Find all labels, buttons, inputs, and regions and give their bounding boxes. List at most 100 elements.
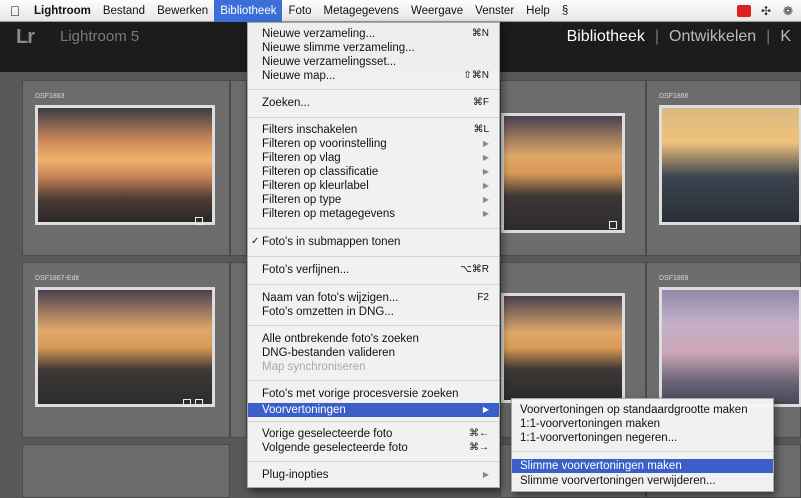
menu-venster[interactable]: Venster <box>469 0 520 22</box>
menu-item-filteren-op-kleurlabel[interactable]: Filteren op kleurlabel ▶ <box>248 179 499 193</box>
menu-item-label: Map synchroniseren <box>262 361 366 373</box>
script-icon[interactable]: § <box>556 0 574 22</box>
apple-icon[interactable]:  <box>0 3 30 19</box>
grid-cell[interactable] <box>230 80 247 256</box>
photo-thumbnail[interactable] <box>659 287 801 407</box>
menu-item-omzetten-in-dng[interactable]: Foto's omzetten in DNG... <box>248 305 499 319</box>
module-kaart[interactable]: K <box>770 28 801 46</box>
menu-bestand[interactable]: Bestand <box>97 0 151 22</box>
shortcut: ⌘← <box>469 428 489 439</box>
menu-item-vorige-geselecteerde[interactable]: Vorige geselecteerde foto ⌘← <box>248 427 499 441</box>
photo-thumbnail[interactable] <box>35 105 215 225</box>
menu-item-label: Nieuwe map... <box>262 70 336 82</box>
menu-item-nieuwe-slimme-verzameling[interactable]: Nieuwe slimme verzameling... <box>248 41 499 55</box>
menu-item-label: Voorvertoningen op standaardgrootte make… <box>520 404 748 416</box>
gear-icon[interactable]: ✣ <box>759 5 773 17</box>
menu-item-label: Naam van foto's wijzigen... <box>262 292 399 304</box>
menu-item-label: 1:1-voorvertoningen maken <box>520 418 660 430</box>
module-ontwikkelen[interactable]: Ontwikkelen <box>659 28 766 46</box>
grid-cell[interactable] <box>22 444 230 498</box>
menu-item-filteren-op-classificatie[interactable]: Filteren op classificatie ▶ <box>248 165 499 179</box>
submenu-arrow-icon: ▶ <box>482 167 489 176</box>
menu-item-label: Plug-inopties <box>262 469 329 481</box>
grid-cell[interactable]: DSF1867-Edit <box>22 262 230 438</box>
app-name: Lightroom 5 <box>60 28 140 45</box>
status-tray: ✣ ❁ <box>737 4 801 17</box>
menu-bewerken[interactable]: Bewerken <box>151 0 214 22</box>
menu-item-nieuwe-verzameling[interactable]: Nieuwe verzameling... ⌘N <box>248 27 499 41</box>
submenu-arrow-icon: ▶ <box>482 139 489 148</box>
submenu-item-slimme-verwijderen[interactable]: Slimme voorvertoningen verwijderen... <box>512 474 773 488</box>
menu-item-filteren-op-voorinstelling[interactable]: Filteren op voorinstelling ▶ <box>248 137 499 151</box>
menu-lightroom[interactable]: Lightroom <box>30 0 97 22</box>
photo-thumbnail[interactable] <box>501 293 625 403</box>
menu-item-label: 1:1-voorvertoningen negeren... <box>520 432 678 444</box>
submenu-arrow-icon: ▶ <box>482 195 489 204</box>
menu-item-label: Filters inschakelen <box>262 124 358 136</box>
menu-item-volgende-geselecteerde[interactable]: Volgende geselecteerde foto ⌘→ <box>248 441 499 455</box>
grid-cell[interactable] <box>230 262 247 438</box>
submenu-item-1-1-maken[interactable]: 1:1-voorvertoningen maken <box>512 417 773 431</box>
mac-menubar:  Lightroom Bestand Bewerken Bibliotheek… <box>0 0 801 22</box>
menu-metagegevens[interactable]: Metagegevens <box>317 0 404 22</box>
menu-bibliotheek[interactable]: Bibliotheek <box>214 0 283 22</box>
menu-item-ontbrekende-zoeken[interactable]: Alle ontbrekende foto's zoeken <box>248 332 499 346</box>
module-picker: Bibliotheek | Ontwikkelen | K <box>557 28 801 46</box>
menu-item-fotos-verfijnen[interactable]: Foto's verfijnen... ⌥⌘R <box>248 263 499 277</box>
submenu-item-slimme-maken[interactable]: Slimme voorvertoningen maken <box>512 459 773 473</box>
shortcut: ⌘→ <box>469 442 489 453</box>
menu-item-label: Foto's verfijnen... <box>262 264 350 276</box>
cell-filename: DSF1866 <box>659 93 689 100</box>
flag-icon[interactable] <box>737 4 751 17</box>
menu-item-nieuwe-map[interactable]: Nieuwe map... ⇧⌘N <box>248 69 499 83</box>
menu-item-plug-inopties[interactable]: Plug-inopties ▶ <box>248 468 499 482</box>
menu-item-procesversie-zoeken[interactable]: Foto's met vorige procesversie zoeken <box>248 387 499 401</box>
edit-badge-icon <box>195 217 203 225</box>
lightroom-logo: Lr <box>16 26 35 48</box>
menu-item-voorvertoningen[interactable]: Voorvertoningen ▶ <box>248 403 499 417</box>
menu-item-dng-valideren[interactable]: DNG-bestanden valideren <box>248 346 499 360</box>
cell-filename: DSF1869 <box>659 275 689 282</box>
submenu-item-standaardgrootte[interactable]: Voorvertoningen op standaardgrootte make… <box>512 403 773 417</box>
photo-thumbnail[interactable] <box>35 287 215 407</box>
menu-item-filteren-op-metagegevens[interactable]: Filteren op metagegevens ▶ <box>248 207 499 221</box>
cell-filename: DSF1867-Edit <box>35 275 79 282</box>
photo-thumbnail[interactable] <box>501 113 625 233</box>
menu-divider <box>512 451 773 452</box>
menu-divider <box>248 256 499 257</box>
menu-item-map-synchroniseren: Map synchroniseren <box>248 360 499 374</box>
menu-item-filters-inschakelen[interactable]: Filters inschakelen ⌘L <box>248 123 499 137</box>
submenu-arrow-icon: ▶ <box>482 153 489 162</box>
menu-item-zoeken[interactable]: Zoeken... ⌘F <box>248 96 499 110</box>
menu-item-label: Foto's met vorige procesversie zoeken <box>262 388 459 400</box>
submenu-arrow-icon: ▶ <box>482 470 489 479</box>
menu-divider <box>248 284 499 285</box>
shortcut: ⇧⌘N <box>463 70 489 81</box>
menu-divider <box>248 89 499 90</box>
menu-help[interactable]: Help <box>520 0 556 22</box>
shortcut: ⌥⌘R <box>460 264 489 275</box>
menu-weergave[interactable]: Weergave <box>405 0 469 22</box>
menu-item-nieuwe-verzamelingsset[interactable]: Nieuwe verzamelingsset... <box>248 55 499 69</box>
menu-item-filteren-op-vlag[interactable]: Filteren op vlag ▶ <box>248 151 499 165</box>
menu-item-submappen-tonen[interactable]: ✓ Foto's in submappen tonen <box>248 235 499 249</box>
menu-item-filteren-op-type[interactable]: Filteren op type ▶ <box>248 193 499 207</box>
menu-item-label: Foto's in submappen tonen <box>262 236 401 248</box>
menu-item-label: Volgende geselecteerde foto <box>262 442 408 454</box>
grid-cell[interactable] <box>500 80 646 256</box>
grid-cell[interactable]: DSF1863 <box>22 80 230 256</box>
extension-icon[interactable]: ❁ <box>781 5 795 17</box>
checkmark-icon: ✓ <box>251 236 260 247</box>
grid-cell[interactable]: DSF1866 <box>646 80 801 256</box>
photo-thumbnail[interactable] <box>659 105 801 225</box>
module-bibliotheek[interactable]: Bibliotheek <box>557 28 655 46</box>
submenu-item-1-1-negeren[interactable]: 1:1-voorvertoningen negeren... <box>512 431 773 445</box>
menu-divider <box>248 461 499 462</box>
menu-item-label: Filteren op vlag <box>262 152 341 164</box>
menu-foto[interactable]: Foto <box>282 0 317 22</box>
menu-item-label: Voorvertoningen <box>262 404 346 416</box>
edit-badge-icon <box>609 221 617 229</box>
voorvertoningen-submenu: Voorvertoningen op standaardgrootte make… <box>511 398 774 492</box>
bibliotheek-menu: Nieuwe verzameling... ⌘N Nieuwe slimme ve… <box>247 22 500 488</box>
menu-item-naam-wijzigen[interactable]: Naam van foto's wijzigen... F2 <box>248 291 499 305</box>
